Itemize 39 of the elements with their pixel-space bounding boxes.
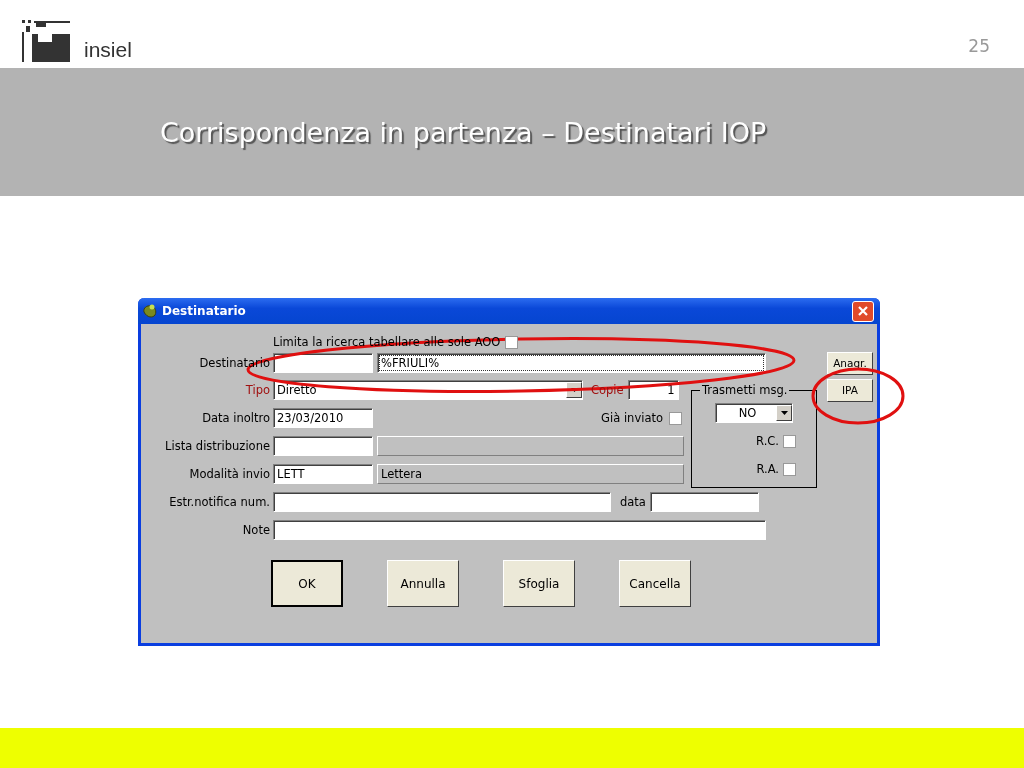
checkbox[interactable]	[505, 335, 519, 349]
readonly-field: Lettera	[377, 464, 684, 484]
input-field[interactable]: %FRIULI%	[377, 353, 766, 373]
checkbox[interactable]	[783, 434, 796, 448]
slide-title: Corrispondenza in partenza – Destinatari IOP	[160, 116, 767, 148]
field-label: Modalità invio	[188, 467, 270, 481]
ipa-button[interactable]: IPA	[827, 378, 873, 402]
checkbox[interactable]	[669, 411, 682, 425]
dialog-button[interactable]: OK	[271, 560, 343, 607]
close-button[interactable]	[852, 300, 874, 322]
logo-icon	[22, 20, 70, 62]
group-title: Trasmetti msg.	[700, 383, 790, 397]
field-label: Tipo	[244, 383, 270, 397]
input-field[interactable]	[273, 520, 766, 540]
window-title: Destinatario	[162, 304, 246, 318]
checkbox[interactable]	[783, 462, 796, 476]
anagr-button[interactable]: Anagr.	[827, 351, 873, 375]
input-field[interactable]: LETT	[273, 464, 373, 484]
dialog-button[interactable]: Sfoglia	[503, 560, 575, 607]
field-label: data	[620, 495, 646, 509]
field-label: Note	[241, 523, 270, 537]
dialog-button[interactable]: Cancella	[619, 560, 691, 607]
input-field[interactable]	[649, 492, 759, 512]
page-number: 25	[968, 36, 990, 56]
input-field[interactable]	[273, 492, 611, 512]
input-field[interactable]: 23/03/2010	[273, 408, 373, 428]
checkbox-label: R.C.	[756, 434, 779, 448]
close-icon	[857, 305, 869, 317]
field-label: Data inoltro	[201, 411, 270, 425]
dialog-button[interactable]: Annulla	[387, 560, 459, 607]
input-field[interactable]	[273, 353, 373, 373]
field-label: Estr.notifica num.	[168, 495, 270, 509]
checkbox-label: R.A.	[756, 462, 779, 476]
logo-text: insiel	[84, 38, 132, 62]
app-icon	[142, 303, 158, 319]
select-field[interactable]: NO	[715, 403, 793, 423]
checkbox-label: Già inviato	[601, 411, 663, 425]
field-label: Lista distribuzione	[164, 439, 270, 453]
input-field[interactable]	[273, 436, 373, 456]
